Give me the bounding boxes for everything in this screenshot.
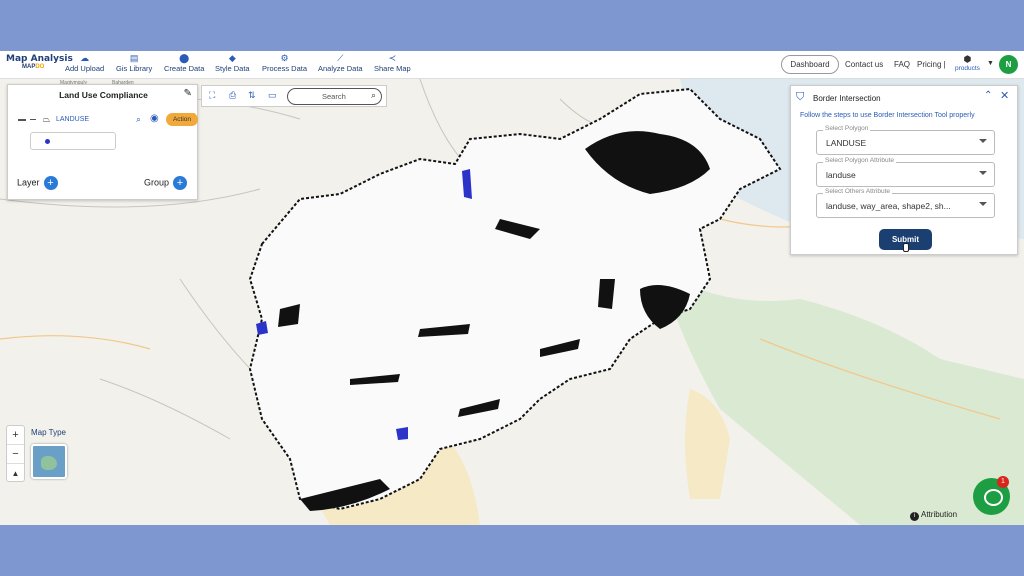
faq-link[interactable]: FAQ [894,60,910,69]
map-type-button[interactable] [31,444,67,479]
zoom-in-button[interactable]: + [7,426,24,445]
close-icon[interactable]: ✕ [1000,89,1009,102]
status-dot [191,113,196,118]
logo-title: Map Analysis [6,54,73,64]
pin-icon: ⬤ [179,53,190,63]
style-data-button[interactable]: ◆ Style Data [215,53,250,73]
measure-icon[interactable]: ⇅ [248,90,256,101]
chat-badge: 1 [997,476,1009,488]
share-map-button[interactable]: ≺ Share Map [374,53,411,73]
compass-icon[interactable]: ▲ [7,464,24,483]
add-layer[interactable]: Layer + [17,176,58,190]
select-polygon-attribute[interactable]: Select Polygon Attribute landuse [816,157,995,187]
mouse-cursor [903,243,909,252]
chevron-up-icon[interactable]: ⌃ [984,90,992,101]
select-polygon[interactable]: Select Polygon LANDUSE [816,125,995,155]
layer-panel-title: Land Use Compliance [59,90,148,100]
share-icon: ≺ [388,53,397,63]
process-icon: ⚙ [280,53,289,63]
search-placeholder: Search [322,92,346,101]
zoom-controls: + − ▲ [6,425,25,482]
zoom-to-layer-icon[interactable]: ⌕ [136,114,141,125]
chevron-down-icon[interactable]: ▼ [987,60,994,67]
cube-icon: ⬢ [963,54,972,64]
add-layer-button[interactable]: + [43,176,58,190]
add-group-button[interactable]: + [173,176,188,190]
panel-title: Border Intersection [813,94,881,103]
pricing-link[interactable]: Pricing | [917,60,946,69]
library-icon: ▤ [129,53,139,63]
shield-icon: ⛉ [796,91,805,103]
add-group[interactable]: Group + [144,176,188,190]
analyze-icon: ⟋ [337,53,344,63]
comment-icon[interactable]: ▭ [268,90,277,101]
add-upload-button[interactable]: ☁ Add Upload [65,53,104,73]
select-others-attribute[interactable]: Select Others Attribute landuse, way_are… [816,188,995,218]
eye-icon[interactable]: ◉ [150,113,159,124]
chevron-down-icon [979,171,987,175]
print-icon[interactable]: ⎙ [229,90,236,101]
drag-handle-icon[interactable] [18,119,26,121]
cloud-upload-icon: ☁ [80,53,90,63]
gis-library-button[interactable]: ▤ Gis Library [116,53,152,73]
map-type-label: Map Type [31,428,66,437]
map-toolbar: ⛶ ⎙ ⇅ ▭ Search ⌕ [201,85,387,107]
fullscreen-icon[interactable]: ⛶ [209,90,215,101]
chevron-down-icon [979,139,987,143]
layer-name[interactable]: LANDUSE [56,116,89,123]
logo[interactable]: Map Analysis MAPDO [6,54,73,70]
top-bar: Map Analysis MAPDO ☁ Add Upload ▤ Gis Li… [0,51,1024,79]
contact-link[interactable]: Contact us [845,60,883,69]
avatar[interactable]: N [999,55,1018,74]
paint-icon: ◆ [228,53,236,63]
attribution[interactable]: i Attribution [910,510,957,521]
edit-icon[interactable]: ✎ [184,88,192,99]
products-menu[interactable]: ⬢ products [955,54,980,72]
search-input[interactable]: Search ⌕ [287,88,382,105]
info-icon: i [910,512,919,521]
legend-swatch [45,139,50,144]
create-data-button[interactable]: ⬤ Create Data [164,53,204,73]
layer-panel: Land Use Compliance ✎ ⏢ LANDUSE ⌕ ◉ Acti… [7,84,198,200]
layer-legend [30,132,116,150]
analyze-data-button[interactable]: ⟋ Analyze Data [318,53,363,73]
chevron-down-icon [979,202,987,206]
zoom-out-button[interactable]: − [7,445,24,464]
polygon-icon: ⏢ [43,114,51,124]
help-text: Follow the steps to use Border Intersect… [800,112,975,119]
search-icon[interactable]: ⌕ [371,90,376,101]
process-data-button[interactable]: ⚙ Process Data [262,53,307,73]
collapse-icon[interactable] [30,119,36,120]
border-intersection-panel: ⛉ Border Intersection ⌃ ✕ Follow the ste… [790,85,1018,255]
layer-row[interactable]: ⏢ LANDUSE ⌕ ◉ Action [18,113,198,128]
dashboard-button[interactable]: Dashboard [781,55,839,74]
